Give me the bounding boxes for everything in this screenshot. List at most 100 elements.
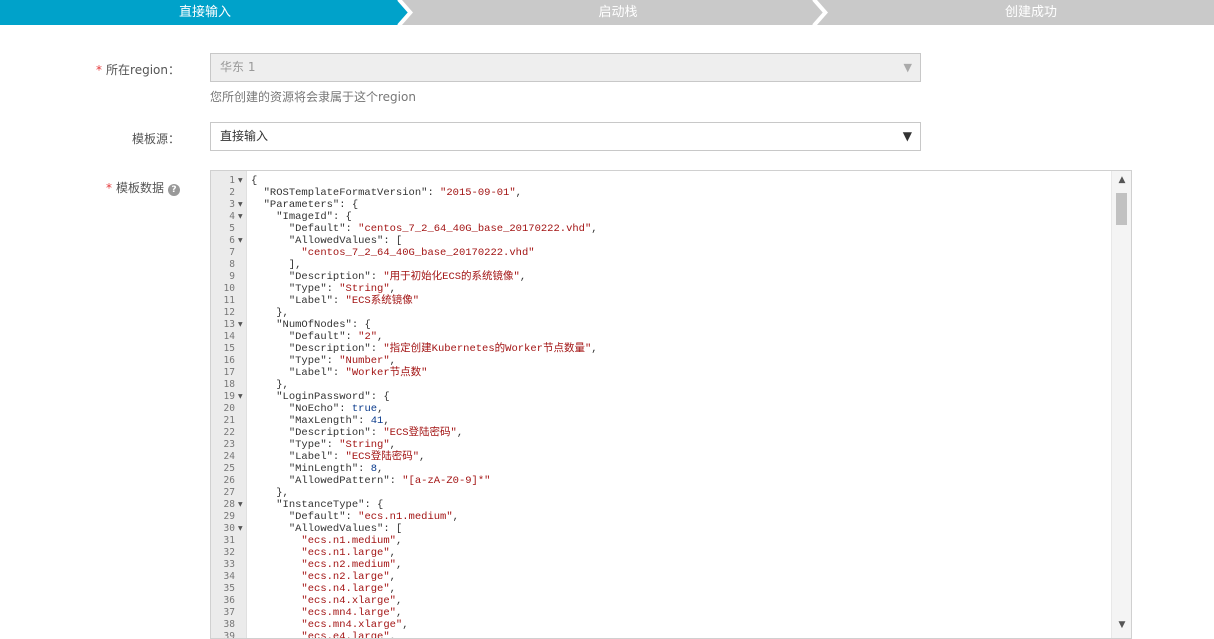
code-line[interactable]: "Parameters": { — [251, 199, 359, 211]
fold-caret-icon[interactable]: ▼ — [238, 319, 243, 331]
code-line[interactable]: "AllowedValues": [ — [251, 235, 402, 247]
code-line[interactable]: "ImageId": { — [251, 211, 352, 223]
line-number: 5 — [229, 223, 235, 234]
region-label: * 所在region： — [0, 61, 180, 78]
required-mark: * — [96, 63, 103, 77]
line-number: 35 — [223, 583, 235, 594]
template-source-label: 模板源： — [131, 132, 180, 146]
code-line[interactable]: "LoginPassword": { — [251, 391, 389, 403]
template-source-value: 直接输入 — [220, 129, 269, 143]
code-line[interactable]: "ecs.n4.xlarge", — [251, 595, 402, 607]
code-line[interactable]: "Default": "ecs.n1.medium", — [251, 511, 459, 523]
line-number: 33 — [223, 559, 235, 570]
line-number: 38 — [223, 619, 235, 630]
template-data-label: * 模板数据? — [0, 179, 180, 196]
fold-caret-icon[interactable]: ▼ — [238, 499, 243, 511]
line-number: 23 — [223, 439, 235, 450]
line-number: 27 — [223, 487, 235, 498]
step-direct-input: 直接输入 — [178, 5, 231, 20]
code-line[interactable]: "Label": "Worker节点数" — [251, 367, 428, 379]
template-data-label-text: 模板数据 — [115, 181, 164, 195]
line-number: 4 — [229, 211, 235, 222]
code-line[interactable]: "NoEcho": true, — [251, 403, 384, 415]
line-number: 13 — [223, 319, 235, 330]
code-line[interactable]: "ecs.n1.medium", — [251, 535, 402, 547]
code-line[interactable]: "ecs.n1.large", — [251, 547, 396, 559]
code-line[interactable]: "Label": "ECS登陆密码", — [251, 451, 426, 463]
line-number: 2 — [229, 187, 235, 198]
region-value: 华东 1 — [220, 60, 256, 74]
line-number: 8 — [229, 259, 235, 270]
code-line[interactable]: "Default": "2", — [251, 331, 384, 343]
fold-caret-icon[interactable]: ▼ — [238, 235, 243, 247]
line-number: 17 — [223, 367, 235, 378]
line-number: 10 — [223, 283, 235, 294]
code-line[interactable]: "Description": "ECS登陆密码", — [251, 427, 463, 439]
code-line[interactable]: "Type": "String", — [251, 439, 396, 451]
progress-steps: 直接输入 启动栈 创建成功 — [0, 0, 1214, 25]
region-label-text: 所在region： — [106, 63, 180, 77]
caret-down-icon: ▼ — [903, 61, 912, 74]
line-number: 31 — [223, 535, 235, 546]
code-line[interactable]: "AllowedValues": [ — [251, 523, 402, 535]
region-select: 华东 1 ▼ — [210, 53, 921, 82]
region-hint: 您所创建的资源将会隶属于这个region — [210, 90, 416, 104]
code-line[interactable]: "centos_7_2_64_40G_base_20170222.vhd" — [251, 247, 534, 259]
code-line[interactable]: "Type": "Number", — [251, 355, 396, 367]
code-line[interactable]: "Default": "centos_7_2_64_40G_base_20170… — [251, 223, 598, 235]
code-line[interactable]: }, — [251, 307, 289, 319]
code-line[interactable]: "ROSTemplateFormatVersion": "2015-09-01"… — [251, 187, 522, 199]
code-line[interactable]: { — [251, 175, 257, 187]
line-number: 3 — [229, 199, 235, 210]
line-number: 12 — [223, 307, 235, 318]
line-number: 39 — [223, 631, 235, 639]
line-number: 20 — [223, 403, 235, 414]
code-line[interactable]: "ecs.e4.large", — [251, 631, 396, 638]
code-line[interactable]: "AllowedPattern": "[a-zA-Z0-9]*" — [251, 475, 491, 487]
help-icon[interactable]: ? — [168, 184, 180, 196]
line-number: 37 — [223, 607, 235, 618]
code-line[interactable]: "Description": "用于初始化ECS的系统镜像", — [251, 271, 526, 283]
step-create-success: 创建成功 — [1004, 5, 1057, 20]
scrollbar-thumb[interactable] — [1116, 193, 1127, 225]
line-number: 28 — [223, 499, 235, 510]
code-line[interactable]: "ecs.n2.large", — [251, 571, 396, 583]
scroll-up-icon[interactable]: ▲ — [1112, 175, 1131, 185]
code-line[interactable]: "ecs.mn4.xlarge", — [251, 619, 408, 631]
code-line[interactable]: }, — [251, 379, 289, 391]
line-number: 7 — [229, 247, 235, 258]
fold-caret-icon[interactable]: ▼ — [238, 175, 243, 187]
code-line[interactable]: "Type": "String", — [251, 283, 396, 295]
template-code-editor[interactable]: 1 ▼ 2 3 ▼ 4 ▼ 5 6 ▼ 7 8 9 10 11 12 13 ▼ 14 15 16 17 18 19 ▼ 20 21 2… — [210, 170, 1132, 639]
line-number: 30 — [223, 523, 235, 534]
fold-caret-icon[interactable]: ▼ — [238, 199, 243, 211]
code-line[interactable]: "ecs.n2.medium", — [251, 559, 402, 571]
fold-caret-icon[interactable]: ▼ — [238, 391, 243, 403]
scroll-down-icon[interactable]: ▼ — [1112, 620, 1131, 630]
code-line[interactable]: "InstanceType": { — [251, 499, 383, 511]
template-source-select[interactable]: 直接输入 ▼ — [210, 122, 921, 151]
line-number: 29 — [223, 511, 235, 522]
fold-caret-icon[interactable]: ▼ — [238, 211, 243, 223]
code-line[interactable]: "ecs.n4.large", — [251, 583, 396, 595]
line-number: 16 — [223, 355, 235, 366]
code-line[interactable]: "NumOfNodes": { — [251, 319, 371, 331]
code-line[interactable]: "ecs.mn4.large", — [251, 607, 402, 619]
line-number: 26 — [223, 475, 235, 486]
step-launch-stack: 启动栈 — [598, 5, 638, 20]
editor-scrollbar[interactable]: ▲ ▼ — [1111, 171, 1131, 638]
code-line[interactable]: "Label": "ECS系统镜像" — [251, 295, 419, 307]
code-line[interactable]: "Description": "指定创建Kubernetes的Worker节点数… — [251, 343, 598, 355]
line-number: 11 — [223, 295, 235, 306]
code-line[interactable]: "MinLength": 8, — [251, 463, 384, 475]
fold-caret-icon[interactable]: ▼ — [238, 523, 243, 535]
code-line[interactable]: }, — [251, 487, 289, 499]
line-number: 19 — [223, 391, 235, 402]
required-mark: * — [105, 181, 112, 195]
line-number: 25 — [223, 463, 235, 474]
line-number: 21 — [223, 415, 235, 426]
line-number: 6 — [229, 235, 235, 246]
line-number: 1 — [229, 175, 235, 186]
code-line[interactable]: "MaxLength": 41, — [251, 415, 390, 427]
code-line[interactable]: ], — [251, 259, 302, 271]
